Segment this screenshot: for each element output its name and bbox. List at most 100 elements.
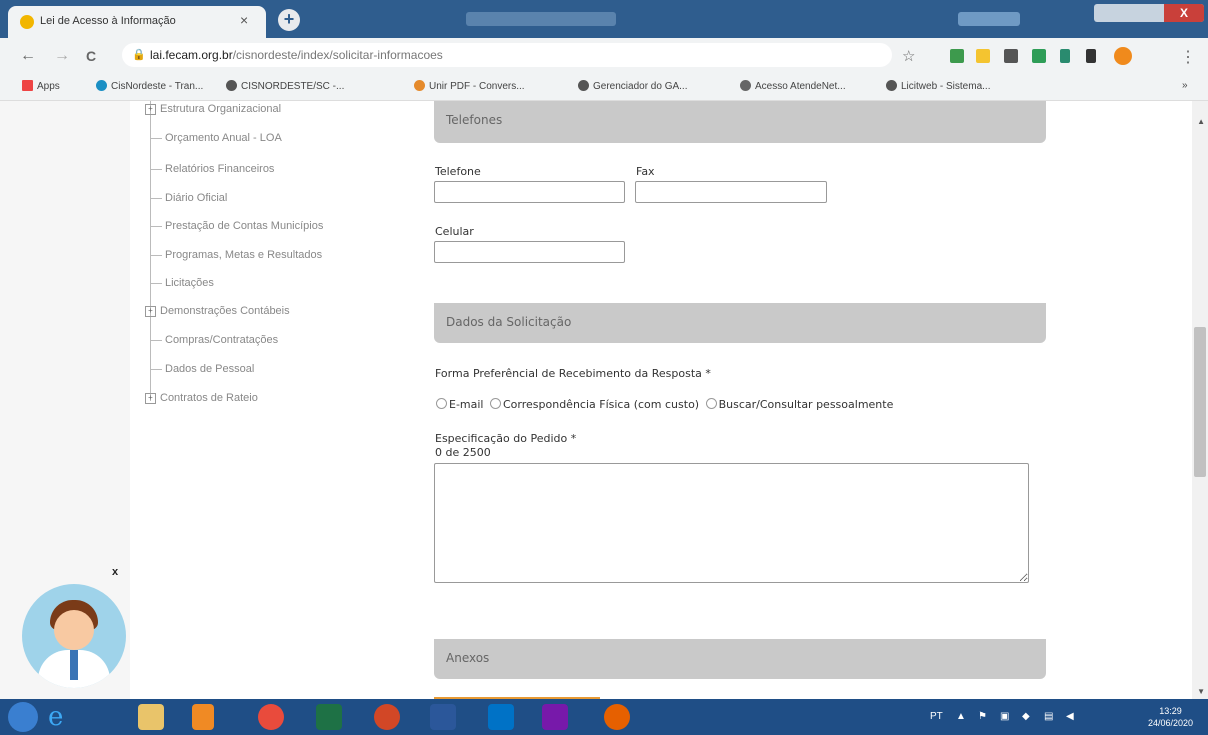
forma-recebimento-label: Forma Preferêncial de Recebimento da Res… — [435, 367, 711, 380]
bookmark-item[interactable]: Acesso AtendeNet... — [740, 80, 846, 92]
bookmarks-overflow-icon[interactable]: » — [1182, 80, 1188, 91]
celular-label: Celular — [435, 225, 474, 238]
telefone-label: Telefone — [435, 165, 481, 178]
system-clock[interactable]: 13:29 24/06/2020 — [1148, 705, 1193, 729]
expand-icon[interactable]: + — [145, 305, 156, 317]
bookmark-item[interactable]: CisNordeste - Tran... — [96, 80, 203, 92]
chat-assistant-avatar[interactable] — [22, 584, 126, 688]
globe-icon — [886, 80, 897, 91]
expand-icon[interactable]: + — [145, 392, 156, 404]
fax-label: Fax — [636, 165, 655, 178]
celular-input[interactable] — [434, 241, 625, 263]
windows-start-icon[interactable] — [8, 702, 38, 732]
powerpoint-icon[interactable] — [374, 704, 400, 730]
bookmark-item[interactable]: CISNORDESTE/SC -... — [226, 80, 344, 92]
tree-item-compras-contratacoes[interactable]: Compras/Contratações — [142, 334, 278, 346]
language-indicator[interactable]: PT — [930, 711, 943, 722]
char-counter: 0 de 2500 — [435, 446, 491, 459]
radio-buscar[interactable]: Buscar/Consultar pessoalmente — [705, 398, 893, 411]
globe-icon — [578, 80, 589, 91]
expand-icon[interactable]: + — [145, 103, 156, 115]
word-icon[interactable] — [430, 704, 456, 730]
tree-item-diario-oficial[interactable]: Diário Oficial — [142, 192, 227, 204]
outlook-icon[interactable] — [488, 704, 514, 730]
bookmark-item[interactable]: Licitweb - Sistema... — [886, 80, 990, 92]
chrome-menu-icon[interactable]: ⋮ — [1180, 47, 1196, 67]
forma-recebimento-options: E-mail Correspondência Física (com custo… — [436, 398, 893, 411]
media-player-icon[interactable] — [192, 704, 214, 730]
excel-icon[interactable] — [316, 704, 342, 730]
radio-circle-icon[interactable] — [705, 398, 717, 409]
extension-icon[interactable] — [1004, 49, 1018, 63]
browser-tab-bar: Lei de Acesso à Informação × + X — [0, 0, 1208, 38]
tray-app-icon[interactable]: ▣ — [1000, 711, 1009, 722]
url-path: /cisnordeste/index/solicitar-informacoes — [232, 48, 443, 62]
action-center-flag-icon[interactable]: ⚑ — [978, 711, 987, 722]
globe-icon — [226, 80, 237, 91]
window-close-button[interactable]: X — [1164, 4, 1204, 22]
page-content: + Estrutura Organizacional Orçamento Anua… — [0, 101, 1208, 701]
extension-icon[interactable] — [1032, 49, 1046, 63]
tray-app-icon[interactable]: ◆ — [1022, 711, 1030, 722]
tab-close-icon[interactable]: × — [240, 12, 248, 28]
extensions-puzzle-icon[interactable] — [1086, 49, 1096, 63]
browser-tab[interactable]: Lei de Acesso à Informação × — [8, 6, 266, 38]
tree-item-orcamento-anual[interactable]: Orçamento Anual - LOA — [142, 132, 282, 144]
url-host: lai.fecam.org.br — [150, 48, 233, 62]
bookmark-item[interactable]: Unir PDF - Convers... — [414, 80, 525, 92]
radio-correspondencia[interactable]: Correspondência Física (com custo) — [490, 398, 699, 411]
site-icon — [740, 80, 751, 91]
site-favicon-icon — [20, 15, 34, 29]
page-scrollbar[interactable]: ▲ ▼ — [1192, 101, 1208, 699]
tree-item-estrutura-organizacional[interactable]: + Estrutura Organizacional — [142, 103, 281, 115]
radio-circle-icon[interactable] — [436, 398, 447, 409]
firefox-icon[interactable] — [604, 704, 630, 730]
profile-avatar-icon[interactable] — [1114, 47, 1132, 65]
blurred-taskbar-item — [958, 12, 1020, 26]
tab-title: Lei de Acesso à Informação — [40, 15, 176, 27]
tree-item-relatorios-financeiros[interactable]: Relatórios Financeiros — [142, 163, 274, 175]
radio-circle-icon[interactable] — [490, 398, 501, 409]
telefone-input[interactable] — [434, 181, 625, 203]
especificacao-label: Especificação do Pedido * — [435, 432, 577, 445]
tree-item-licitacoes[interactable]: Licitações — [142, 277, 214, 289]
file-explorer-icon[interactable] — [138, 704, 164, 730]
chrome-taskbar-icon[interactable] — [258, 704, 284, 730]
window-controls: X — [1094, 4, 1204, 22]
tray-expand-icon[interactable]: ▲ — [956, 711, 966, 722]
lock-icon: 🔒 — [132, 49, 146, 61]
chat-widget-close-icon[interactable]: x — [112, 566, 118, 578]
extension-icon[interactable] — [976, 49, 990, 63]
bookmark-apps[interactable]: Apps — [22, 80, 60, 92]
windows-taskbar: e PT ▲ ⚑ ▣ ◆ ▤ ◀ 13:29 24/06/2020 — [0, 699, 1208, 735]
fax-input[interactable] — [635, 181, 827, 203]
tree-item-dados-pessoal[interactable]: Dados de Pessoal — [142, 363, 254, 375]
reload-icon[interactable]: C — [86, 48, 96, 64]
tree-item-contratos-rateio[interactable]: + Contratos de Rateio — [142, 392, 258, 404]
network-icon[interactable]: ▤ — [1044, 711, 1053, 722]
pdf-icon — [414, 80, 425, 91]
scroll-up-icon[interactable]: ▲ — [1197, 117, 1205, 126]
scrollbar-thumb[interactable] — [1194, 327, 1206, 477]
section-telefones: Telefones — [434, 101, 1046, 143]
tree-item-prestacao-contas[interactable]: Prestação de Contas Municípios — [142, 220, 323, 232]
bookmark-star-icon[interactable]: ☆ — [902, 47, 915, 65]
blurred-window-title — [466, 12, 616, 26]
especificacao-textarea[interactable] — [434, 463, 1029, 583]
bookmark-item[interactable]: Gerenciador do GA... — [578, 80, 688, 92]
apps-grid-icon — [22, 80, 33, 91]
tree-item-demonstracoes-contabeis[interactable]: + Demonstrações Contábeis — [142, 305, 290, 317]
back-arrow-icon[interactable]: ← — [20, 47, 36, 65]
site-icon — [96, 80, 107, 91]
internet-explorer-icon[interactable]: e — [48, 704, 74, 730]
onenote-icon[interactable] — [542, 704, 568, 730]
tree-item-programas-metas[interactable]: Programas, Metas e Resultados — [142, 249, 322, 261]
radio-email[interactable]: E-mail — [436, 398, 484, 411]
scroll-down-icon[interactable]: ▼ — [1197, 687, 1205, 696]
extension-icon[interactable] — [1060, 49, 1070, 63]
new-tab-button[interactable]: + — [278, 9, 300, 31]
extension-icon[interactable] — [950, 49, 964, 63]
volume-icon[interactable]: ◀ — [1066, 711, 1074, 722]
forward-arrow-icon[interactable]: → — [54, 47, 70, 65]
address-bar[interactable]: 🔒 lai.fecam.org.br/cisnordeste/index/sol… — [122, 43, 892, 67]
